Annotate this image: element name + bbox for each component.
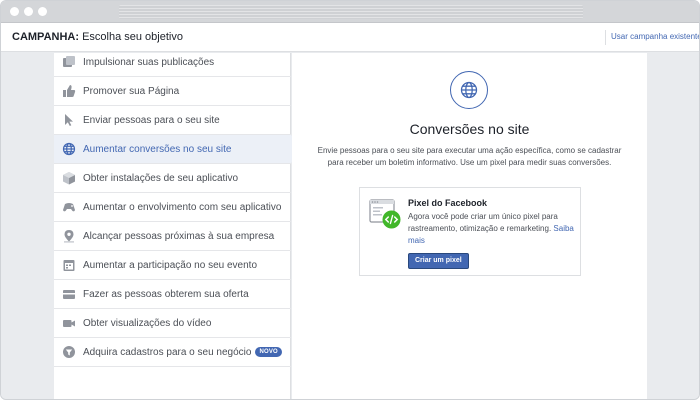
address-bar[interactable] (119, 5, 583, 19)
objective-item-local-awareness[interactable]: Alcançar pessoas próximas à sua empresa (54, 222, 291, 251)
window-maximize-dot[interactable] (38, 7, 47, 16)
left-gutter (1, 53, 54, 399)
new-badge: NOVO (255, 347, 282, 357)
objective-detail-panel: Conversões no site Envie pessoas para o … (292, 53, 647, 399)
objective-label: Aumentar o envolvimento com seu aplicati… (83, 201, 282, 213)
detail-title: Conversões no site (409, 121, 530, 137)
objective-label: Alcançar pessoas próximas à sua empresa (83, 230, 275, 242)
objective-label: Obter visualizações do vídeo (83, 317, 212, 329)
thumbs-up-icon (61, 83, 77, 99)
browser-window: CAMPANHA: Escolha seu objetivo Usar camp… (0, 0, 700, 400)
funnel-icon (61, 344, 77, 360)
offer-icon (61, 286, 77, 302)
objective-label: Impulsionar suas publicações (83, 56, 215, 68)
globe-icon (61, 141, 77, 157)
objective-item-promote-page[interactable]: Promover sua Página (54, 77, 291, 106)
use-existing-campaign-link[interactable]: Usar campanha existente (611, 32, 699, 41)
header-divider (605, 30, 606, 45)
objective-label: Aumentar a participação no seu evento (83, 259, 257, 271)
objective-item-app-engagement[interactable]: Aumentar o envolvimento com seu aplicati… (54, 193, 291, 222)
objective-item-event-responses[interactable]: Aumentar a participação no seu evento (54, 251, 291, 280)
pixel-card-description: Agora você pode criar um único pixel par… (408, 212, 574, 245)
globe-icon (450, 71, 488, 109)
window-minimize-dot[interactable] (24, 7, 33, 16)
objective-label: Obter instalações de seu aplicativo (83, 172, 239, 184)
pixel-card-title: Pixel do Facebook (408, 198, 488, 208)
objective-item-increase-conversions[interactable]: Aumentar conversões no seu site (54, 135, 304, 164)
objective-item-send-to-site[interactable]: Enviar pessoas para o seu site (54, 106, 291, 135)
objective-item-lead-generation[interactable]: Adquira cadastros para o seu negócio NOV… (54, 338, 291, 367)
objective-list: Impulsionar suas publicações Promover su… (54, 53, 304, 399)
create-pixel-button[interactable]: Criar um pixel (408, 253, 469, 269)
objective-item-offer-claims[interactable]: Fazer as pessoas obterem sua oferta (54, 280, 291, 309)
browser-toolbar (1, 1, 699, 23)
page-title: CAMPANHA: Escolha seu objetivo (12, 31, 183, 43)
video-camera-icon (61, 315, 77, 331)
facebook-pixel-card: Pixel do Facebook Agora você pode criar … (359, 187, 581, 276)
objective-label: Adquira cadastros para o seu negócio (83, 346, 252, 358)
objective-label: Enviar pessoas para o seu site (83, 114, 220, 126)
objective-label: Promover sua Página (83, 85, 180, 97)
right-gutter (647, 53, 699, 399)
browser-code-icon (369, 198, 403, 232)
posts-icon (61, 54, 77, 70)
cursor-icon (61, 112, 77, 128)
objective-label: Fazer as pessoas obterem sua oferta (83, 288, 249, 300)
objective-item-boost-posts[interactable]: Impulsionar suas publicações (54, 48, 291, 77)
calendar-icon (61, 257, 77, 273)
detail-description: Envie pessoas para o seu site para execu… (317, 146, 622, 167)
gamepad-icon (61, 199, 77, 215)
objective-item-app-installs[interactable]: Obter instalações de seu aplicativo (54, 164, 291, 193)
location-pin-icon (61, 228, 77, 244)
box-icon (61, 170, 77, 186)
window-close-dot[interactable] (10, 7, 19, 16)
objective-item-video-views[interactable]: Obter visualizações do vídeo (54, 309, 291, 338)
objective-label: Aumentar conversões no seu site (83, 143, 232, 155)
